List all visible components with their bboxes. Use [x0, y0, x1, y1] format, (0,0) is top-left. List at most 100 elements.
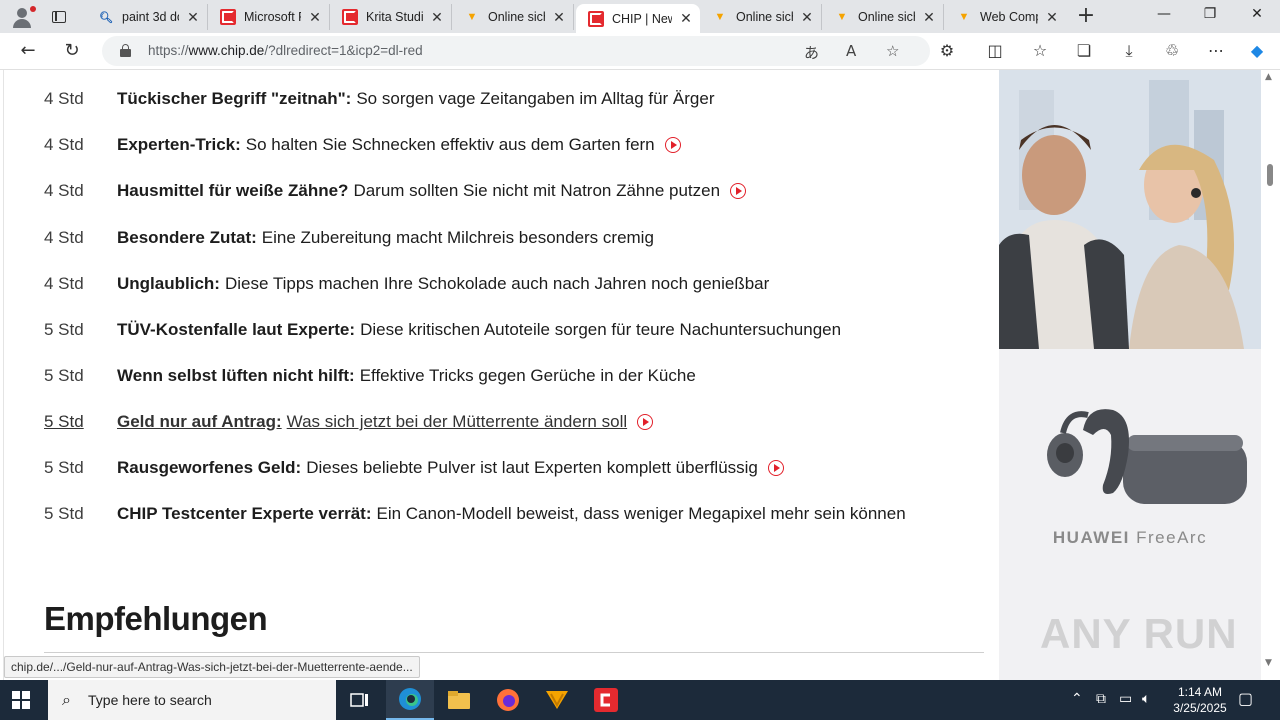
chevron-up-icon[interactable]: ⌃ [1071, 690, 1083, 707]
tab-krita[interactable]: Krita Studio ✕ [330, 4, 452, 30]
collections-icon[interactable]: ❏ [1073, 41, 1095, 63]
tab-online-2[interactable]: ▼ Online sich ✕ [700, 4, 822, 30]
news-headline[interactable]: Unglaublich: [117, 274, 220, 294]
news-text[interactable]: Diese Tipps machen Ihre Schokolade auch … [225, 274, 769, 294]
restore-button[interactable]: ❐ [1199, 6, 1221, 26]
search-icon: ⌕ [62, 690, 71, 709]
news-item[interactable]: 5 Std CHIP Testcenter Experte verrät: Ei… [44, 501, 906, 527]
downloads-icon[interactable]: ⤓ [1118, 41, 1140, 63]
news-time: 5 Std [44, 366, 84, 385]
close-icon[interactable]: ✕ [429, 9, 445, 25]
clock[interactable]: 1:14 AM 3/25/2025 [1160, 684, 1240, 716]
chip-app-icon[interactable] [582, 680, 630, 720]
news-headline[interactable]: TÜV-Kostenfalle laut Experte: [117, 320, 355, 340]
news-item[interactable]: 4 Std Experten-Trick: So halten Sie Schn… [44, 132, 681, 158]
ad-photo[interactable] [999, 70, 1261, 349]
news-headline[interactable]: Rausgeworfenes Geld: [117, 458, 301, 478]
volume-icon[interactable]: 🔈︎ [1142, 690, 1150, 707]
extensions-icon[interactable]: ⚙ [936, 41, 958, 63]
new-tab-button[interactable]: + [1075, 5, 1097, 28]
news-text[interactable]: Darum sollten Sie nicht mit Natron Zähne… [353, 181, 720, 201]
tab-paint-3d[interactable]: 🔍︎ paint 3d do ✕ [86, 4, 208, 30]
ad-product-image[interactable] [1043, 405, 1253, 515]
split-screen-icon[interactable]: ◫ [984, 41, 1006, 63]
ad-brand[interactable]: HUAWEI FreeArc [999, 528, 1261, 548]
profile-icon[interactable] [8, 4, 36, 30]
tab-online-1[interactable]: ▼ Online sich ✕ [452, 4, 574, 30]
news-text[interactable]: Eine Zubereitung macht Milchreis besonde… [262, 228, 654, 248]
back-button[interactable]: ← [14, 39, 42, 63]
news-text[interactable]: Diese kritischen Autoteile sorgen für te… [360, 320, 841, 340]
firefox-icon[interactable] [484, 680, 532, 720]
close-icon[interactable]: ✕ [307, 9, 323, 25]
tab-actions-icon[interactable] [44, 4, 74, 30]
close-icon[interactable]: ✕ [921, 9, 937, 25]
news-item[interactable]: 4 Std Tückischer Begriff "zeitnah": So s… [44, 86, 715, 112]
meet-now-icon[interactable]: ⧉ [1096, 690, 1106, 707]
news-headline[interactable]: Besondere Zutat: [117, 228, 257, 248]
favorites-icon[interactable]: ☆ [1029, 41, 1051, 63]
tab-strip: 🔍︎ paint 3d do ✕ Microsoft F ✕ Krita Stu… [0, 0, 1280, 33]
close-window-button[interactable]: ✕ [1246, 6, 1268, 26]
taskbar-search[interactable]: ⌕ Type here to search [48, 680, 336, 720]
close-icon[interactable]: ✕ [551, 9, 567, 25]
performance-icon[interactable]: ♲ [1161, 41, 1183, 63]
w-app-icon[interactable] [533, 680, 581, 720]
news-text[interactable]: So halten Sie Schnecken effektiv aus dem… [246, 135, 655, 155]
news-item[interactable]: 4 Std Hausmittel für weiße Zähne? Darum … [44, 178, 747, 204]
minimize-button[interactable]: — [1153, 6, 1175, 26]
news-time: 4 Std [44, 89, 84, 108]
copilot-icon[interactable]: ◆ [1246, 41, 1268, 63]
close-icon[interactable]: ✕ [799, 9, 815, 25]
news-text[interactable]: Dieses beliebte Pulver ist laut Experten… [306, 458, 758, 478]
news-item[interactable]: 4 Std Unglaublich: Diese Tipps machen Ih… [44, 271, 769, 297]
search-icon: 🔍︎ [99, 11, 113, 24]
news-item[interactable]: 5 Std TÜV-Kostenfalle laut Experte: Dies… [44, 317, 841, 343]
windows-start-icon[interactable] [12, 691, 30, 709]
video-play-icon [637, 414, 654, 430]
network-icon[interactable]: ▭ [1119, 690, 1132, 707]
news-item-hovered[interactable]: 5 Std Geld nur auf Antrag: Was sich jetz… [44, 409, 654, 435]
tab-chip-active[interactable]: CHIP | New ✕ [576, 4, 700, 33]
news-headline[interactable]: Geld nur auf Antrag: [117, 412, 282, 432]
tab-online-3[interactable]: ▼ Online sich ✕ [822, 4, 944, 30]
favorite-star-icon[interactable]: ☆ [886, 42, 899, 60]
read-aloud-icon[interactable]: A [846, 42, 856, 60]
news-headline[interactable]: Tückischer Begriff "zeitnah": [117, 89, 351, 109]
w-logo-icon: ▼ [714, 11, 726, 23]
news-headline[interactable]: Experten-Trick: [117, 135, 241, 155]
lock-icon[interactable] [120, 44, 131, 57]
news-headline[interactable]: CHIP Testcenter Experte verrät: [117, 504, 371, 524]
close-icon[interactable]: ✕ [1044, 9, 1060, 25]
edge-taskbar-icon[interactable] [386, 680, 434, 720]
w-logo-icon: ▼ [958, 11, 970, 23]
news-headline[interactable]: Wenn selbst lüften nicht hilft: [117, 366, 355, 386]
scroll-up-icon[interactable]: ▲ [1265, 72, 1272, 82]
news-time: 4 Std [44, 181, 84, 200]
file-explorer-icon[interactable] [435, 680, 483, 720]
news-text[interactable]: Effektive Tricks gegen Gerüche in der Kü… [360, 366, 696, 386]
news-item[interactable]: 5 Std Rausgeworfenes Geld: Dieses belieb… [44, 455, 784, 481]
task-view-icon[interactable] [336, 680, 384, 720]
news-item[interactable]: 4 Std Besondere Zutat: Eine Zubereitung … [44, 225, 654, 251]
close-icon[interactable]: ✕ [185, 9, 201, 25]
news-headline[interactable]: Hausmittel für weiße Zähne? [117, 181, 348, 201]
scroll-down-icon[interactable]: ▼ [1265, 658, 1272, 668]
address-bar[interactable]: https://www.chip.de/?dlredirect=1&icp2=d… [102, 36, 930, 66]
news-item[interactable]: 5 Std Wenn selbst lüften nicht hilft: Ef… [44, 363, 696, 389]
scrollbar-thumb[interactable] [1267, 164, 1273, 186]
tab-title: Online sich [736, 10, 793, 24]
advertisement[interactable]: HUAWEI FreeArc [999, 70, 1261, 680]
news-text[interactable]: Ein Canon-Modell beweist, dass weniger M… [376, 504, 905, 524]
tab-web-comp[interactable]: ▼ Web Comp ✕ [944, 4, 1066, 30]
news-text[interactable]: So sorgen vage Zeitangaben im Alltag für… [356, 89, 714, 109]
more-menu-icon[interactable]: ⋯ [1205, 41, 1227, 63]
url-text[interactable]: https://www.chip.de/?dlredirect=1&icp2=d… [148, 43, 423, 58]
notifications-icon[interactable]: ▢ [1238, 689, 1253, 708]
tab-microsoft[interactable]: Microsoft F ✕ [208, 4, 330, 30]
news-text[interactable]: Was sich jetzt bei der Mütterrente änder… [287, 412, 627, 432]
translate-icon[interactable]: あ [804, 42, 819, 63]
close-icon[interactable]: ✕ [678, 10, 694, 27]
scrollbar[interactable]: ▲ ▼ [1262, 70, 1280, 680]
refresh-button[interactable]: ↻ [58, 39, 86, 63]
